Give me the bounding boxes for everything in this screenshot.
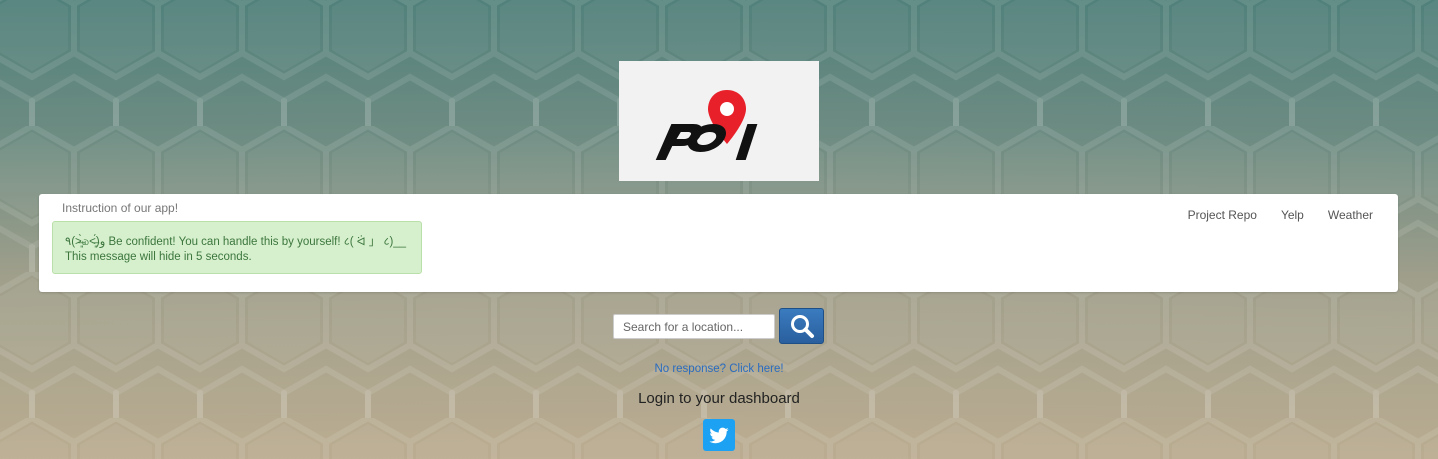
top-nav: Project Repo Yelp Weather — [1188, 208, 1373, 222]
location-search-input[interactable] — [613, 314, 775, 339]
nav-link-yelp[interactable]: Yelp — [1281, 208, 1304, 222]
twitter-login-button[interactable] — [703, 419, 735, 451]
search-icon — [790, 315, 814, 338]
poi-logo — [619, 61, 819, 181]
alert-message: ٩(˃̶͈̀௰˂̶͈́)و Be confident! You can hand… — [65, 236, 407, 248]
search-button[interactable] — [779, 308, 824, 344]
twitter-icon — [709, 427, 729, 444]
success-alert: ٩(˃̶͈̀௰˂̶͈́)و Be confident! You can hand… — [52, 221, 422, 274]
nav-link-weather[interactable]: Weather — [1328, 208, 1373, 222]
nav-link-project-repo[interactable]: Project Repo — [1188, 208, 1257, 222]
instructions-panel: Instruction of our app! Project Repo Yel… — [39, 194, 1398, 292]
location-pin-logo-icon — [655, 90, 758, 160]
no-response-link[interactable]: No response? Click here! — [0, 363, 1438, 375]
alert-hide-notice: This message will hide in 5 seconds. — [65, 251, 252, 263]
login-heading: Login to your dashboard — [638, 390, 800, 407]
panel-title: Instruction of our app! — [62, 201, 179, 215]
